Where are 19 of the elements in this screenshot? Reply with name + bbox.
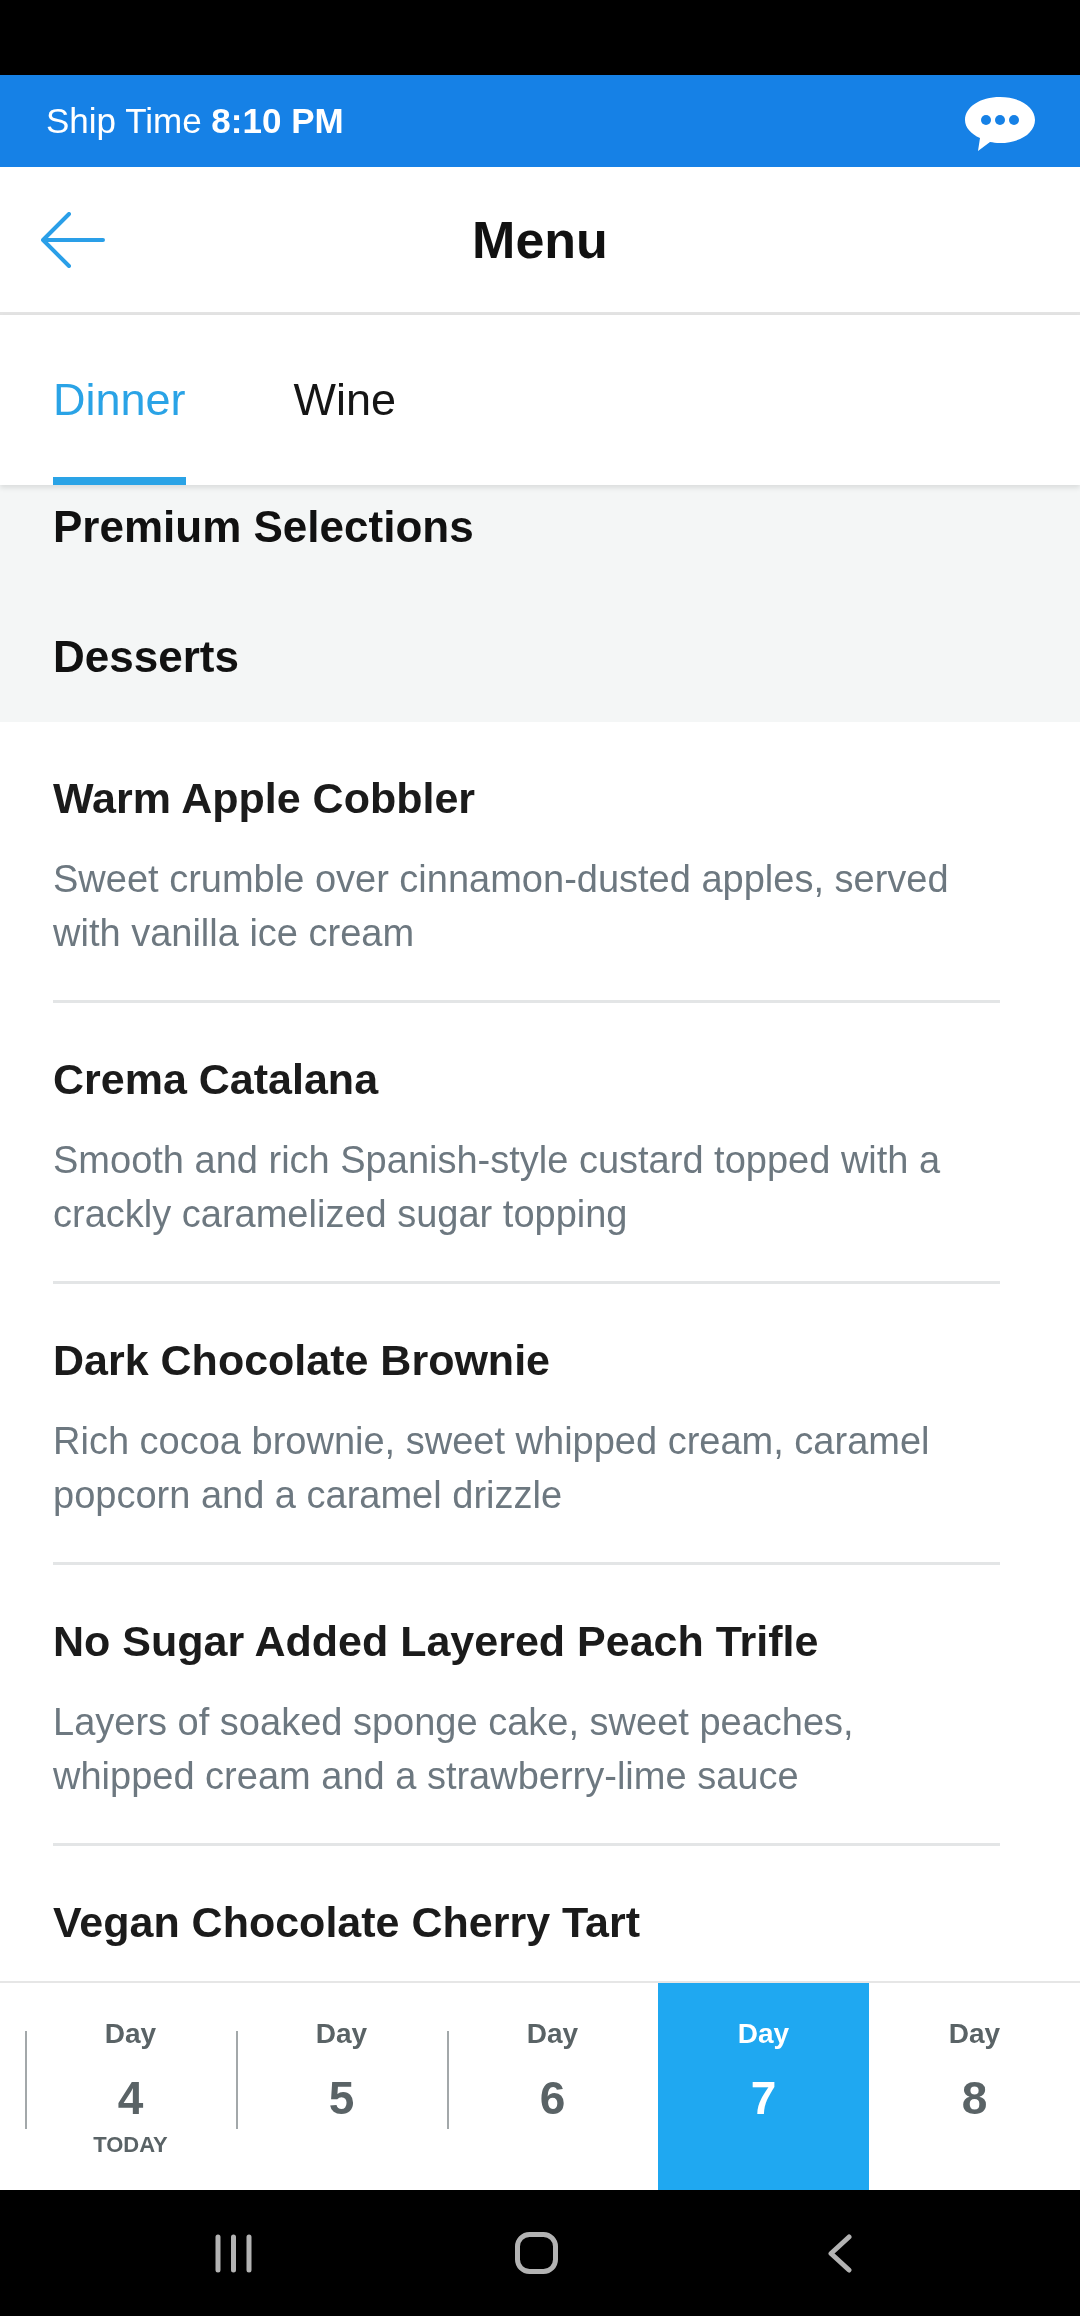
chat-icon[interactable] — [964, 96, 1036, 152]
section-heading[interactable]: Premium Selections — [53, 497, 1080, 557]
page-title: Menu — [472, 209, 608, 270]
back-arrow-icon[interactable] — [41, 212, 105, 268]
back-icon[interactable] — [827, 2233, 852, 2273]
dish-name: Crema Catalana — [53, 1054, 380, 1105]
dish-description: Sweet crumble over cinnamon-dusted apples, served with vanilla ice cream — [53, 857, 950, 956]
dish-description: Smooth and rich Spanish-style custard topped with a crackly caramelized sugar topping — [53, 1138, 942, 1237]
home-icon[interactable] — [515, 2232, 558, 2274]
dish-name: Vegan Chocolate Cherry Tart — [53, 1897, 642, 1948]
ship-time-text: Ship Time 8:10 PM — [46, 101, 344, 141]
dish-name: Dark Chocolate Brownie — [53, 1335, 551, 1386]
recent-apps-icon[interactable] — [215, 2233, 252, 2273]
dish-description: Layers of soaked sponge cake, sweet peaches, whipped cream and a strawberry-lime sauce — [53, 1700, 855, 1799]
dish-name: No Sugar Added Layered Peach Trifle — [53, 1616, 820, 1667]
section-heading[interactable]: Desserts — [53, 627, 1080, 687]
dish-name: Warm Apple Cobbler — [53, 773, 477, 824]
tab[interactable]: Wine — [293, 315, 397, 485]
dish-description: Rich cocoa brownie, sweet whipped cream, caramel popcorn and a caramel drizzle — [53, 1419, 931, 1518]
